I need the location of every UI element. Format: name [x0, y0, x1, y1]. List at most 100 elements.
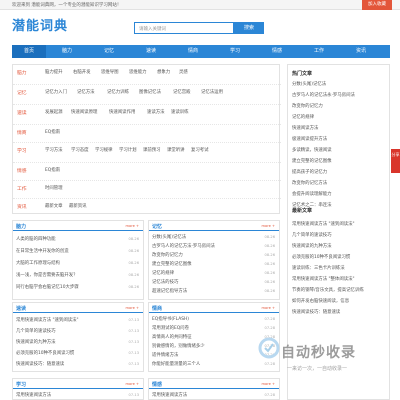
category-link[interactable]: 思维能力 — [129, 69, 147, 75]
nav-item-work[interactable]: 工作 — [298, 45, 340, 58]
list-item[interactable]: 几个简单的速读技巧 — [16, 328, 56, 334]
hot-article-link[interactable]: 古罗马人的记忆法永·罗马房间法 — [292, 92, 355, 98]
latest-article-link[interactable]: 快速阅读的九种方法 — [292, 243, 332, 249]
site-logo[interactable]: 潜能词典 — [12, 15, 68, 34]
list-item[interactable]: 常用快速阅读方法 — [16, 392, 51, 398]
nav-item-news[interactable]: 资讯 — [340, 45, 382, 58]
category-name[interactable]: 学习 — [17, 147, 27, 154]
category-name[interactable]: 资讯 — [17, 203, 27, 210]
category-link[interactable]: 快速阅读作用 — [109, 109, 135, 115]
more-link[interactable]: more + — [262, 382, 275, 386]
latest-article-link[interactable]: 如何开发右脑快速阅读，信息 — [292, 298, 349, 304]
nav-item-eq[interactable]: 情商 — [172, 45, 214, 58]
hot-article-link[interactable]: 会提升阅读理解能力 — [292, 191, 332, 197]
search-button[interactable]: 搜索 — [234, 22, 264, 34]
category-link[interactable]: 右脑开发 — [73, 69, 91, 75]
nav-item-home[interactable]: 首页 — [12, 45, 46, 58]
category-link[interactable]: 灵感 — [179, 69, 188, 75]
category-link[interactable]: 课堂听讲 — [167, 147, 185, 153]
latest-article-link[interactable]: 速读训练：三色卡片训练法 — [292, 265, 345, 271]
nav-item-study[interactable]: 学习 — [214, 45, 256, 58]
category-link[interactable]: 速读训练 — [171, 109, 189, 115]
list-item[interactable]: 别做感情的，别做情绪多少 — [152, 343, 205, 349]
latest-article-link[interactable]: 常用快速阅读方法 "整体阅读法" — [292, 276, 355, 282]
category-link[interactable]: 发展起源 — [45, 109, 63, 115]
list-item[interactable]: 超速记忆指导方法 — [152, 288, 187, 294]
list-item[interactable]: 分数(头尾)记忆法 — [152, 234, 186, 240]
more-link[interactable]: more + — [262, 224, 275, 228]
category-link[interactable]: 图像记忆法 — [139, 89, 161, 95]
category-link[interactable]: 记忆宫殿 — [173, 89, 191, 95]
category-link[interactable]: 学习方法 — [45, 147, 63, 153]
share-badge[interactable]: 分享 — [391, 149, 400, 173]
latest-article-link[interactable]: 必须克服的10种不良阅读习惯 — [292, 254, 350, 260]
category-link[interactable]: 最新资讯 — [69, 203, 87, 209]
list-item[interactable]: 在日常生活中开发你的创造 — [16, 248, 69, 254]
list-item[interactable]: 快速阅读的九种方法 — [16, 339, 56, 345]
category-link[interactable]: 脑力提升 — [45, 69, 63, 75]
latest-article-link[interactable]: 常用快速阅读方法 "速到阅读法" — [292, 221, 355, 227]
list-item[interactable]: 适件情绪方法 — [152, 352, 178, 358]
hot-article-link[interactable]: 多读精读，快速阅读 — [292, 147, 332, 153]
category-link[interactable]: 思维导图 — [101, 69, 119, 75]
list-item[interactable]: 建立完整的记忆图像 — [152, 261, 192, 267]
latest-article-link[interactable]: 快速阅读技巧：随意速读 — [292, 309, 340, 315]
list-item[interactable]: 浅一浅，你是否需要去脑开发？ — [16, 272, 77, 278]
hot-article-link[interactable]: 分数(头尾)记忆法 — [292, 81, 326, 87]
category-link[interactable]: 复习考试 — [191, 147, 209, 153]
hot-article-link[interactable]: 极速阅读提升方法 — [292, 136, 327, 142]
list-item[interactable]: 记忆的规律 — [152, 270, 174, 276]
add-favorite-button[interactable]: 加入收藏 — [362, 0, 392, 10]
hot-article-link[interactable]: 改变你的记忆方法 — [292, 180, 327, 186]
category-link[interactable]: 最新文章 — [45, 203, 63, 209]
latest-article-link[interactable]: 节奏的钢琴/音乐文具，提高记忆训练 — [292, 287, 364, 293]
category-link[interactable]: EQ指南 — [45, 129, 60, 135]
hot-article-link[interactable]: 快速阅读方法 — [292, 125, 318, 131]
list-item[interactable]: 记忆法的技巧 — [152, 279, 178, 285]
more-link[interactable]: more + — [126, 224, 139, 228]
list-item[interactable]: 快速阅读技巧：随意速读 — [16, 361, 64, 367]
hot-article-link[interactable]: 提高孩子的记忆力 — [292, 169, 327, 175]
category-name[interactable]: 记忆 — [17, 89, 27, 96]
list-item[interactable]: 常用快速阅读方法 — [152, 392, 187, 398]
category-link[interactable]: 速读方法 — [147, 109, 165, 115]
category-link[interactable]: 记忆法运用 — [201, 89, 223, 95]
category-name[interactable]: 速读 — [17, 109, 27, 116]
list-item[interactable]: 改变你的记忆力 — [152, 252, 183, 258]
category-link[interactable]: 学习态度 — [71, 147, 89, 153]
category-name[interactable]: 情商 — [17, 129, 27, 136]
category-link[interactable]: 课前预习 — [143, 147, 161, 153]
category-name[interactable]: 脑力 — [17, 69, 27, 76]
category-link[interactable]: 记忆方法 — [77, 89, 95, 95]
list-item[interactable]: 你能好能量测量的三个人 — [152, 361, 200, 367]
category-link[interactable]: 想象力 — [157, 69, 170, 75]
category-link[interactable]: 记忆力训练 — [107, 89, 129, 95]
list-item[interactable]: EQ指导书(FLASH) — [152, 316, 189, 322]
list-item[interactable]: 大脑的工作原理与结构 — [16, 260, 60, 266]
category-link[interactable]: 学习计划 — [119, 147, 137, 153]
search-input[interactable]: 请输入关键词 — [134, 22, 234, 34]
nav-item-emotion[interactable]: 情感 — [256, 45, 298, 58]
hot-article-link[interactable]: 建立完整的记忆图像 — [292, 158, 332, 164]
list-item[interactable]: 必须克服的10种不良阅读习惯 — [16, 350, 74, 356]
nav-item-brain[interactable]: 脑力 — [46, 45, 88, 58]
list-item[interactable]: 同行右脑学会右脑记忆10大步骤 — [16, 284, 79, 290]
list-item[interactable]: 古罗马人的记忆方法·罗马房间法 — [152, 243, 215, 249]
category-link[interactable]: 时间管理 — [45, 185, 63, 191]
nav-item-memory[interactable]: 记忆 — [88, 45, 130, 58]
more-link[interactable]: more + — [262, 306, 275, 310]
list-item[interactable]: 高情商人的共同特征 — [152, 334, 192, 340]
hot-article-link[interactable]: 改变你的记忆力 — [292, 103, 323, 109]
list-item[interactable]: 人类的脑的四种功能 — [16, 236, 56, 242]
latest-article-link[interactable]: 几个简单的速读技巧 — [292, 232, 332, 238]
category-name[interactable]: 情感 — [17, 167, 27, 174]
category-name[interactable]: 工作 — [17, 185, 27, 192]
category-link[interactable]: 记忆力入门 — [45, 89, 67, 95]
list-item[interactable]: 常用快速阅读方法 "速到阅读法" — [16, 317, 79, 323]
category-link[interactable]: EQ指南 — [45, 167, 60, 173]
nav-item-speedread[interactable]: 速读 — [130, 45, 172, 58]
list-item[interactable]: 常用测试的EQ问卷 — [152, 325, 189, 331]
more-link[interactable]: more + — [126, 306, 139, 310]
hot-article-link[interactable]: 记忆的规律 — [292, 114, 314, 120]
category-link[interactable]: 快速阅读原理 — [71, 109, 97, 115]
